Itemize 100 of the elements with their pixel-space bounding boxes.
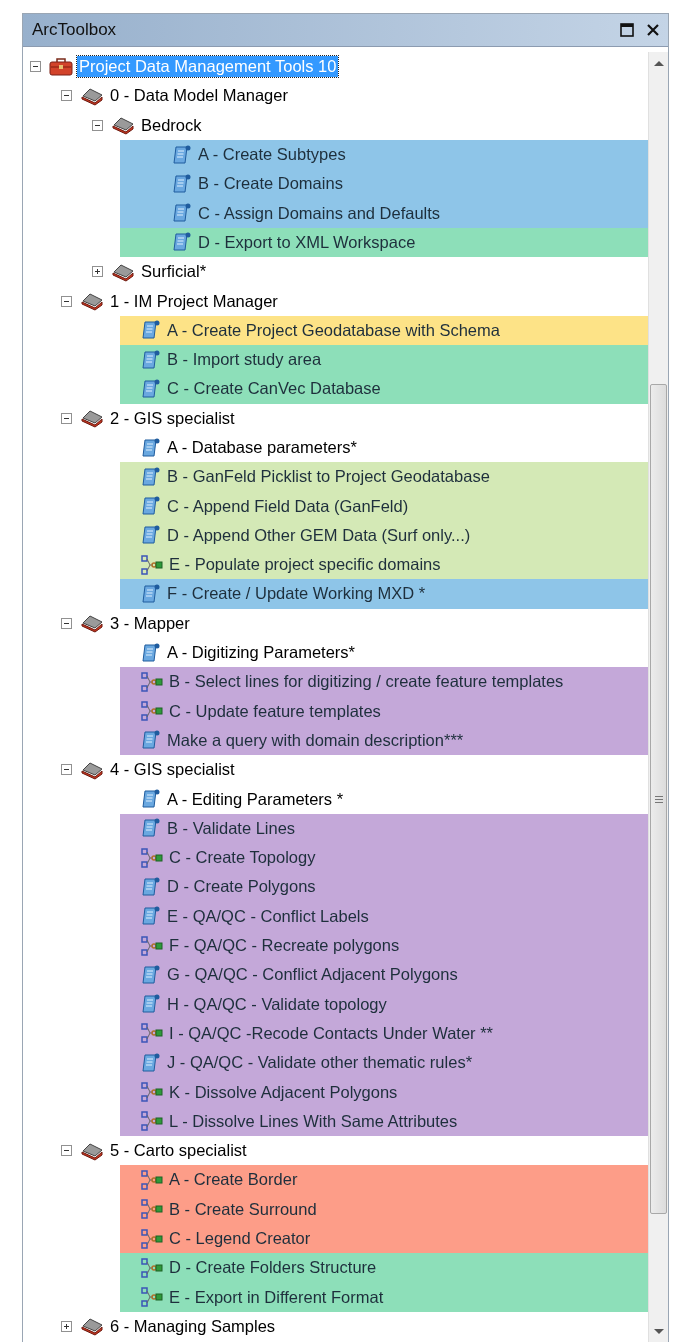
tool-row[interactable]: A - Database parameters* (120, 432, 648, 463)
script-icon (172, 231, 192, 254)
tool-row[interactable]: D - Export to XML Workspace (120, 227, 648, 258)
collapse-icon[interactable] (61, 90, 72, 102)
script-icon (172, 202, 192, 225)
collapse-icon[interactable] (30, 61, 41, 73)
tool-row[interactable]: E - Export in Different Format (120, 1282, 648, 1312)
model-icon (141, 1081, 163, 1104)
tool-row[interactable]: D - Create Folders Structure (120, 1253, 648, 1283)
model-icon (141, 846, 163, 869)
toolbox-icon (80, 1316, 104, 1337)
script-icon (141, 963, 161, 986)
toolbox-icon (80, 613, 104, 634)
tool-row[interactable]: F - QA/QC - Recreate polygons (120, 930, 648, 961)
tool-row[interactable]: B - Create Surround (120, 1194, 648, 1224)
script-icon (141, 641, 161, 664)
tool-row[interactable]: B - Import study area (120, 344, 648, 375)
toolbox-icon (111, 115, 135, 136)
scroll-thumb[interactable] (650, 384, 667, 1214)
grip-icon (654, 795, 663, 803)
script-icon (141, 495, 161, 518)
model-icon (141, 1168, 163, 1191)
script-icon (141, 905, 161, 928)
tool-row[interactable]: B - GanFeld Picklist to Project Geodatabase (120, 462, 648, 492)
collapse-icon[interactable] (92, 119, 103, 131)
tool-row[interactable]: A - Create Subtypes (120, 139, 648, 170)
tool-row[interactable]: E - Populate project specific domains (120, 550, 648, 580)
tool-row[interactable]: L - Dissolve Lines With Same Attributes (120, 1106, 648, 1136)
scrollbar[interactable] (648, 52, 668, 1342)
script-icon (141, 524, 161, 547)
window-title: ArcToolbox (32, 20, 118, 40)
collapse-icon[interactable] (61, 617, 72, 629)
model-icon (141, 1286, 163, 1309)
tool-row[interactable]: C - Update feature templates (120, 696, 648, 726)
script-icon (141, 875, 161, 898)
tool-row[interactable]: A - Editing Parameters * (120, 784, 648, 814)
tool-row[interactable]: C - Create CanVec Database (120, 374, 648, 404)
tool-row[interactable]: D - Append Other GEM Data (Surf only...) (120, 520, 648, 551)
model-icon (141, 553, 163, 576)
tool-row[interactable]: F - Create / Update Working MXD * (120, 579, 648, 609)
tool-row[interactable]: B - Select lines for digitizing / create feature templates (120, 667, 648, 697)
toolset-label[interactable]: 3 - Mapper (108, 612, 192, 634)
toolset-label[interactable]: 0 - Data Model Manager (108, 85, 290, 107)
collapse-icon[interactable] (61, 1145, 72, 1157)
tool-row[interactable]: E - QA/QC - Conflict Labels (120, 901, 648, 931)
tool-row[interactable]: A - Digitizing Parameters* (120, 637, 648, 668)
tool-row[interactable]: C - Create Topology (120, 843, 648, 873)
script-icon (141, 377, 161, 400)
script-icon (141, 993, 161, 1016)
toolset-label[interactable]: Surficial* (139, 261, 209, 283)
model-icon (141, 934, 163, 957)
collapse-icon[interactable] (61, 764, 72, 776)
script-icon (141, 319, 161, 342)
tool-row[interactable]: K - Dissolve Adjacent Polygons (120, 1077, 648, 1107)
tool-row[interactable]: A - Create Project Geodatabase with Schema (120, 315, 648, 345)
script-icon (141, 436, 161, 459)
script-icon (172, 172, 192, 195)
tool-row[interactable]: C - Assign Domains and Defaults (120, 198, 648, 228)
model-icon (141, 1256, 163, 1279)
tool-row[interactable]: C - Legend Creator (120, 1223, 648, 1254)
toolset-label[interactable]: Bedrock (139, 114, 204, 136)
collapse-icon[interactable] (61, 412, 72, 424)
tool-row[interactable]: I - QA/QC -Recode Contacts Under Water ** (120, 1018, 648, 1049)
model-icon (141, 1110, 163, 1133)
toolset-label[interactable]: 4 - GIS specialist (108, 759, 237, 781)
collapse-icon[interactable] (61, 295, 72, 307)
script-icon (141, 1051, 161, 1074)
toolset-label[interactable]: 2 - GIS specialist (108, 407, 237, 429)
tool-row[interactable]: C - Append Field Data (GanFeld) (120, 491, 648, 521)
model-icon (141, 700, 163, 723)
expand-icon[interactable] (92, 266, 103, 278)
toolbox-icon (80, 291, 104, 311)
tool-row[interactable]: G - QA/QC - Conflict Adjacent Polygons (120, 960, 648, 990)
toolset-label[interactable]: 6 - Managing Samples (108, 1315, 278, 1337)
script-icon (172, 143, 192, 166)
scroll-up-icon[interactable] (653, 60, 664, 66)
script-icon (141, 348, 161, 371)
model-icon (141, 1227, 163, 1250)
script-icon (141, 465, 161, 488)
tool-row[interactable]: J - QA/QC - Validate other thematic rules* (120, 1048, 648, 1078)
tool-row[interactable]: Make a query with domain description*** (120, 725, 648, 756)
tool-row[interactable]: H - QA/QC - Validate topology (120, 989, 648, 1019)
script-icon (141, 583, 161, 605)
model-icon (141, 1198, 163, 1221)
model-icon (141, 1022, 163, 1045)
tool-row[interactable]: A - Create Border (120, 1165, 648, 1195)
maximize-icon[interactable] (620, 23, 634, 37)
tool-row[interactable]: B - Create Domains (120, 169, 648, 199)
script-icon (141, 729, 161, 752)
expand-icon[interactable] (61, 1320, 72, 1332)
tool-row[interactable]: D - Create Polygons (120, 872, 648, 902)
toolbox-icon (80, 408, 104, 429)
toolbox-icon (49, 56, 73, 77)
toolset-label[interactable]: 5 - Carto specialist (108, 1140, 249, 1162)
close-icon[interactable] (646, 23, 660, 37)
scroll-down-icon[interactable] (653, 1329, 664, 1335)
toolset-label[interactable]: 1 - IM Project Manager (108, 290, 280, 312)
model-icon (141, 670, 163, 693)
tool-row[interactable]: B - Validate Lines (120, 813, 648, 843)
script-icon (141, 817, 161, 840)
